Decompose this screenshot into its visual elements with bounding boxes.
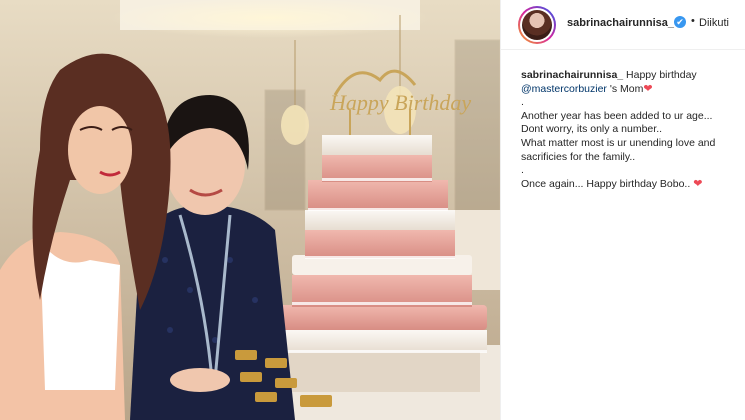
caption-username[interactable]: sabrinachairunnisa_: [521, 69, 623, 81]
caption-para1-line1: Another year has been added to ur age...: [521, 109, 713, 122]
caption-dot: .: [521, 96, 524, 109]
heart-icon: ❤: [643, 82, 653, 95]
caption-para1-line3: What matter most is ur unending love and…: [521, 136, 716, 163]
caption-line1-text: Happy birthday: [626, 69, 697, 81]
post-header: sabrinachairunnisa_ ✔ • Diikuti: [501, 0, 745, 50]
separator-dot: •: [691, 15, 695, 27]
caption-mention[interactable]: @mastercorbuzier: [521, 83, 607, 95]
caption-para1-line2: Dont worry, its only a number..: [521, 123, 663, 136]
following-button[interactable]: Diikuti: [699, 17, 729, 29]
caption-dot: .: [521, 164, 524, 177]
caption-closing: Once again... Happy birthday Bobo..: [521, 177, 691, 190]
avatar[interactable]: [518, 6, 556, 44]
verified-icon: ✔: [674, 16, 686, 28]
birthday-photo-illustration: Happy Birthday: [0, 0, 500, 420]
caption-line1-suffix: 's Mom: [609, 82, 644, 95]
post-username[interactable]: sabrinachairunnisa_: [567, 17, 674, 29]
heart-icon: ❤: [693, 177, 703, 190]
post-photo[interactable]: Happy Birthday: [0, 0, 500, 420]
post-caption: sabrinachairunnisa_ Happy birthday @mast…: [521, 69, 741, 191]
post-info-panel: sabrinachairunnisa_ ✔ • Diikuti sabrinac…: [500, 0, 745, 420]
